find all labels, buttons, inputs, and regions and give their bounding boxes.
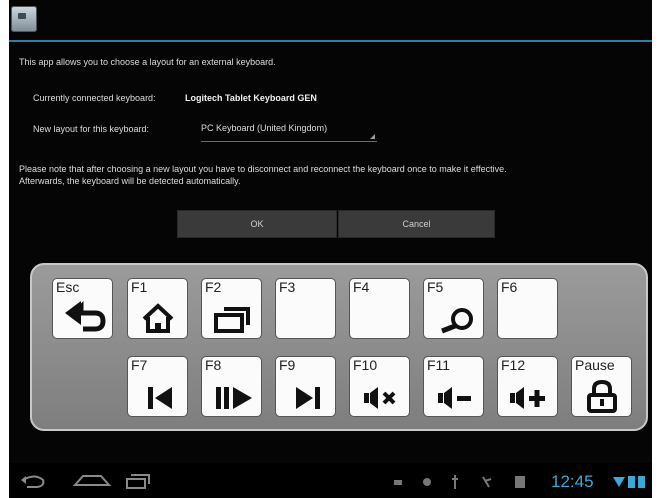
notification-gear-icon — [423, 478, 431, 486]
layout-label: New layout for this keyboard: — [33, 124, 150, 134]
connected-value: Logitech Tablet Keyboard GEN — [185, 93, 317, 103]
key-f8[interactable]: F8 — [201, 356, 262, 417]
notification-usb-icon — [452, 475, 458, 489]
key-label: F6 — [501, 279, 518, 295]
volume-up-icon — [510, 387, 545, 409]
note-line-1: Please note that after choosing a new la… — [19, 164, 507, 174]
key-f3[interactable]: F3 — [275, 278, 336, 339]
recent-apps-icon — [214, 307, 250, 333]
note-line-2: Afterwards, the keyboard will be detecte… — [19, 176, 241, 186]
layout-select[interactable]: PC Keyboard (United Kingdom) — [201, 119, 377, 142]
intro-text: This app allows you to choose a layout f… — [19, 57, 276, 67]
nav-back-icon[interactable] — [21, 475, 45, 488]
key-f1[interactable]: F1 — [127, 278, 188, 339]
status-clock: 12:45 — [551, 472, 594, 491]
key-f11[interactable]: F11 — [423, 356, 484, 417]
key-label: F3 — [279, 279, 296, 295]
nav-recent-apps-icon[interactable] — [126, 474, 150, 489]
key-f6[interactable]: F6 — [497, 278, 558, 339]
system-navigation-bar: 12:45 — [9, 463, 652, 498]
key-esc[interactable]: Esc — [52, 278, 113, 339]
connected-label: Currently connected keyboard: — [33, 93, 156, 103]
app-screen: This app allows you to choose a layout f… — [9, 0, 652, 498]
key-f2[interactable]: F2 — [201, 278, 262, 339]
key-f4[interactable]: F4 — [349, 278, 410, 339]
nav-home-icon[interactable] — [72, 475, 112, 486]
app-icon — [11, 6, 37, 32]
notification-keyboard-icon — [394, 480, 402, 485]
next-track-icon — [296, 387, 320, 409]
cancel-button[interactable]: Cancel — [338, 210, 495, 238]
back-arrow-icon — [65, 300, 106, 332]
play-pause-icon — [216, 387, 252, 409]
notification-usb-debug-icon — [482, 476, 492, 488]
key-f5[interactable]: F5 — [423, 278, 484, 339]
search-icon — [441, 308, 473, 334]
title-divider — [9, 40, 652, 42]
key-f7[interactable]: F7 — [127, 356, 188, 417]
home-icon — [142, 303, 174, 333]
volume-down-icon — [438, 387, 471, 409]
mute-icon — [364, 387, 396, 409]
key-f9[interactable]: F9 — [275, 356, 336, 417]
key-f10[interactable]: F10 — [349, 356, 410, 417]
key-pause[interactable]: Pause — [571, 356, 632, 417]
keyboard-panel: Esc F1 F2 F3 F4 F5 F6 F7 F8 F9 F10 F11 F… — [30, 263, 648, 431]
dropdown-corner-icon — [370, 134, 375, 139]
key-f12[interactable]: F12 — [497, 356, 558, 417]
previous-track-icon — [148, 387, 172, 409]
notification-sdcard-icon — [515, 476, 525, 488]
key-label: F4 — [353, 279, 370, 295]
battery-icon — [628, 476, 645, 488]
layout-select-value: PC Keyboard (United Kingdom) — [201, 123, 328, 133]
lock-icon — [587, 379, 617, 413]
wifi-icon — [613, 477, 625, 487]
ok-button[interactable]: OK — [177, 210, 337, 238]
